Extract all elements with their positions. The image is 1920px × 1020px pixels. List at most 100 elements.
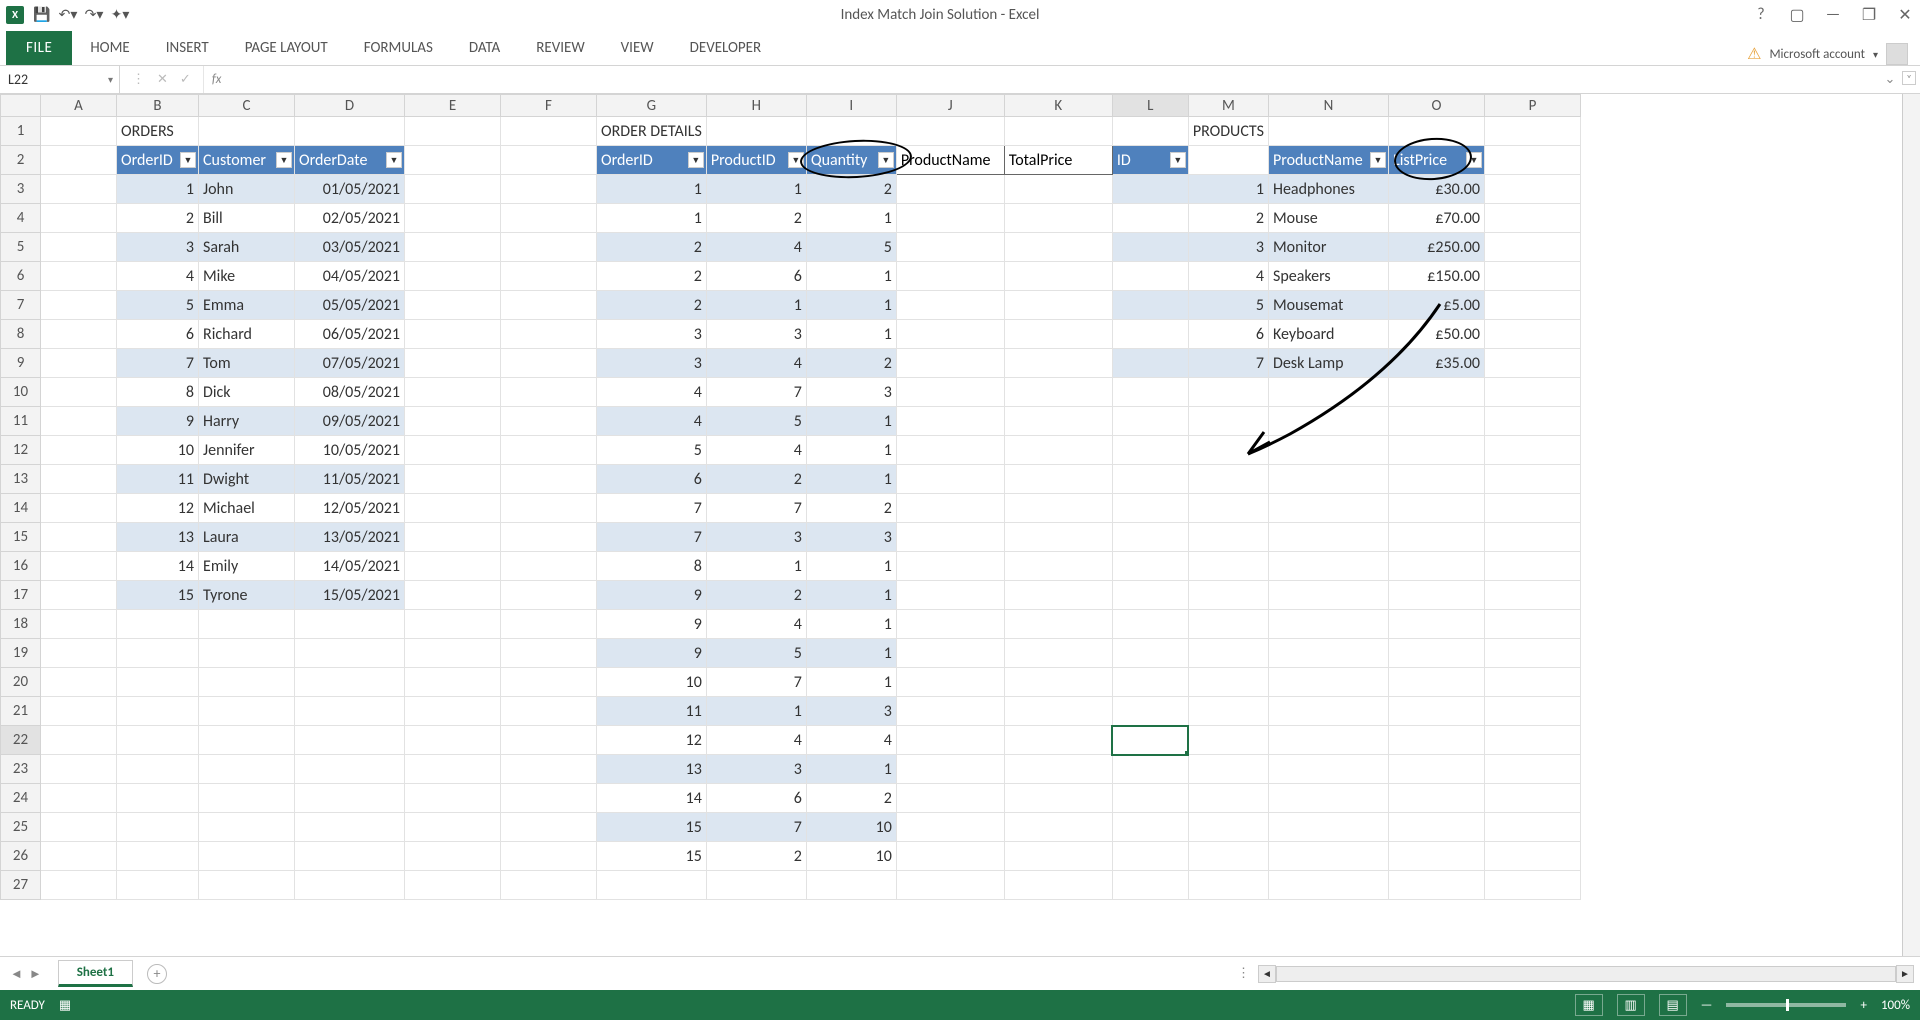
cell-O6[interactable]: £150.00	[1389, 262, 1485, 291]
cell-B25[interactable]	[117, 813, 199, 842]
cell-D19[interactable]	[295, 639, 405, 668]
cell-I25[interactable]: 10	[806, 813, 896, 842]
row-header-12[interactable]: 12	[1, 436, 41, 465]
cell-G20[interactable]: 10	[597, 668, 707, 697]
cell-A8[interactable]	[41, 320, 117, 349]
cell-O2[interactable]: ListPrice▼	[1389, 146, 1485, 175]
cell-B17[interactable]: 15	[117, 581, 199, 610]
formula-input[interactable]	[229, 66, 1878, 93]
cell-B2[interactable]: OrderID▼	[117, 146, 199, 175]
horizontal-scrollbar[interactable]: ◄ ►	[1258, 965, 1914, 983]
row-header-24[interactable]: 24	[1, 784, 41, 813]
cell-O16[interactable]	[1389, 552, 1485, 581]
cell-M6[interactable]: 4	[1188, 262, 1268, 291]
cell-I9[interactable]: 2	[806, 349, 896, 378]
cell-G8[interactable]: 3	[597, 320, 707, 349]
cell-F13[interactable]	[501, 465, 597, 494]
filter-dropdown-icon[interactable]: ▼	[688, 152, 704, 168]
cell-C9[interactable]: Tom	[199, 349, 295, 378]
cell-M8[interactable]: 6	[1188, 320, 1268, 349]
cell-P22[interactable]	[1485, 726, 1581, 755]
row-header-4[interactable]: 4	[1, 204, 41, 233]
row-header-16[interactable]: 16	[1, 552, 41, 581]
cell-I11[interactable]: 1	[806, 407, 896, 436]
cell-I16[interactable]: 1	[806, 552, 896, 581]
cell-M1[interactable]: PRODUCTS	[1188, 117, 1268, 146]
cell-N15[interactable]	[1269, 523, 1389, 552]
cell-A26[interactable]	[41, 842, 117, 871]
cell-C15[interactable]: Laura	[199, 523, 295, 552]
cell-I1[interactable]	[806, 117, 896, 146]
cell-G4[interactable]: 1	[597, 204, 707, 233]
col-header-H[interactable]: H	[706, 95, 806, 117]
cell-F20[interactable]	[501, 668, 597, 697]
cell-H19[interactable]: 5	[706, 639, 806, 668]
cell-L12[interactable]	[1112, 436, 1188, 465]
cell-P15[interactable]	[1485, 523, 1581, 552]
cell-O3[interactable]: £30.00	[1389, 175, 1485, 204]
cell-D9[interactable]: 07/05/2021	[295, 349, 405, 378]
cell-E27[interactable]	[405, 871, 501, 900]
cell-L13[interactable]	[1112, 465, 1188, 494]
cell-G27[interactable]	[597, 871, 707, 900]
zoom-slider[interactable]	[1726, 1003, 1846, 1007]
cell-K26[interactable]	[1004, 842, 1112, 871]
undo-icon[interactable]: ↶▾	[60, 7, 76, 23]
tab-developer[interactable]: DEVELOPER	[672, 31, 780, 65]
cell-H8[interactable]: 3	[706, 320, 806, 349]
cell-M24[interactable]	[1188, 784, 1268, 813]
cell-H23[interactable]: 3	[706, 755, 806, 784]
cell-F24[interactable]	[501, 784, 597, 813]
cell-O8[interactable]: £50.00	[1389, 320, 1485, 349]
cell-N5[interactable]: Monitor	[1269, 233, 1389, 262]
cell-F10[interactable]	[501, 378, 597, 407]
cell-N27[interactable]	[1269, 871, 1389, 900]
cell-K2[interactable]: TotalPrice	[1004, 146, 1112, 175]
cell-B24[interactable]	[117, 784, 199, 813]
cell-E22[interactable]	[405, 726, 501, 755]
cell-A10[interactable]	[41, 378, 117, 407]
cell-E11[interactable]	[405, 407, 501, 436]
cell-K12[interactable]	[1004, 436, 1112, 465]
account-label[interactable]: Microsoft account	[1769, 47, 1865, 62]
cell-F9[interactable]	[501, 349, 597, 378]
col-header-L[interactable]: L	[1112, 95, 1188, 117]
cell-F22[interactable]	[501, 726, 597, 755]
filter-dropdown-icon[interactable]: ▼	[276, 152, 292, 168]
cell-P9[interactable]	[1485, 349, 1581, 378]
row-header-22[interactable]: 22	[1, 726, 41, 755]
cell-I3[interactable]: 2	[806, 175, 896, 204]
cell-H9[interactable]: 4	[706, 349, 806, 378]
cell-J23[interactable]	[896, 755, 1004, 784]
col-header-E[interactable]: E	[405, 95, 501, 117]
filter-dropdown-icon[interactable]: ▼	[386, 152, 402, 168]
cell-E4[interactable]	[405, 204, 501, 233]
cell-B26[interactable]	[117, 842, 199, 871]
tab-view[interactable]: VIEW	[603, 31, 672, 65]
cell-D6[interactable]: 04/05/2021	[295, 262, 405, 291]
cell-K11[interactable]	[1004, 407, 1112, 436]
cell-G18[interactable]: 9	[597, 610, 707, 639]
cell-H3[interactable]: 1	[706, 175, 806, 204]
cell-E26[interactable]	[405, 842, 501, 871]
cell-P21[interactable]	[1485, 697, 1581, 726]
cell-L22[interactable]	[1112, 726, 1188, 755]
cell-N9[interactable]: Desk Lamp	[1269, 349, 1389, 378]
cell-L3[interactable]	[1112, 175, 1188, 204]
cell-K22[interactable]	[1004, 726, 1112, 755]
cell-B16[interactable]: 14	[117, 552, 199, 581]
cell-M13[interactable]	[1188, 465, 1268, 494]
cell-O26[interactable]	[1389, 842, 1485, 871]
sheet-next-icon[interactable]: ►	[29, 966, 42, 982]
cell-K8[interactable]	[1004, 320, 1112, 349]
cell-O18[interactable]	[1389, 610, 1485, 639]
cell-N24[interactable]	[1269, 784, 1389, 813]
spreadsheet[interactable]: ABCDEFGHIJKLMNOP1ORDERSORDER DETAILSPROD…	[0, 94, 1581, 900]
cell-I5[interactable]: 5	[806, 233, 896, 262]
row-header-1[interactable]: 1	[1, 117, 41, 146]
cell-N3[interactable]: Headphones	[1269, 175, 1389, 204]
col-header-M[interactable]: M	[1188, 95, 1268, 117]
row-header-19[interactable]: 19	[1, 639, 41, 668]
cell-F15[interactable]	[501, 523, 597, 552]
cell-A11[interactable]	[41, 407, 117, 436]
